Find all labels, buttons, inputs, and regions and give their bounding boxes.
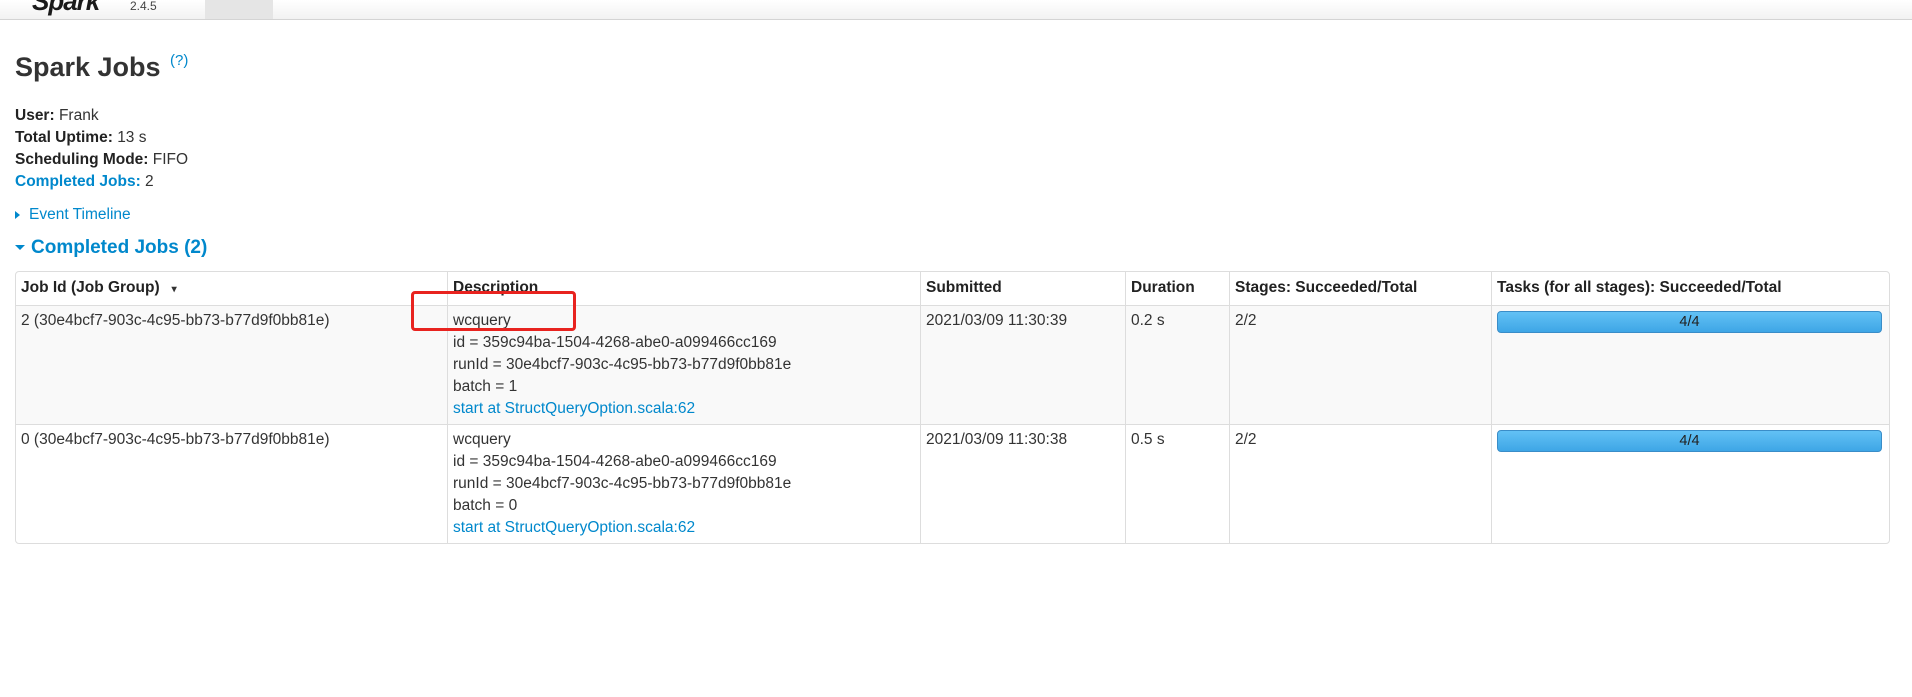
top-navbar: Spark 2.4.5	[0, 0, 1912, 20]
sort-arrow-icon[interactable]: ▾	[172, 284, 177, 295]
table-header-row: Job Id (Job Group) ▾ Description Submitte…	[16, 272, 1889, 305]
summary-mode-value: FIFO	[152, 151, 189, 168]
collapse-arrow-icon	[15, 245, 25, 251]
col-header-tasks[interactable]: Tasks (for all stages): Succeeded/Total	[1491, 272, 1889, 305]
completed-jobs-header[interactable]: Completed Jobs (2)	[15, 236, 207, 260]
event-timeline-toggle[interactable]: Event Timeline	[15, 204, 131, 226]
completed-jobs-count: 2	[145, 173, 154, 190]
job-id-cell: 0 (30e4bcf7-903c-4c95-bb73-b77d9f0bb81e)	[16, 424, 447, 543]
duration-cell: 0.2 s	[1125, 305, 1229, 424]
job-details-link[interactable]: start at StructQueryOption.scala:62	[453, 517, 915, 539]
description-cell: wcquery id = 359c94ba-1504-4268-abe0-a09…	[447, 424, 920, 543]
submitted-cell: 2021/03/09 11:30:38	[920, 424, 1125, 543]
completed-jobs-title[interactable]: Completed Jobs (2)	[31, 237, 207, 258]
job-name: wcquery	[453, 312, 511, 329]
help-link[interactable]: (?)	[170, 52, 188, 77]
tasks-cell: 4/4	[1491, 305, 1889, 424]
summary-user-value: Frank	[58, 107, 99, 124]
query-id: id = 359c94ba-1504-4268-abe0-a099466cc16…	[453, 334, 777, 351]
summary-uptime: Total Uptime: 13 s	[15, 127, 188, 149]
submitted-cell: 2021/03/09 11:30:39	[920, 305, 1125, 424]
tasks-progress-label: 4/4	[1679, 314, 1700, 330]
table-row: 0 (30e4bcf7-903c-4c95-bb73-b77d9f0bb81e)…	[16, 424, 1889, 543]
nav-tab-jobs[interactable]	[205, 0, 273, 19]
job-id-header-label[interactable]: Job Id (Job Group)	[21, 279, 160, 296]
spark-logo[interactable]: Spark	[32, 0, 100, 17]
query-id: id = 359c94ba-1504-4268-abe0-a099466cc16…	[453, 453, 777, 470]
batch-number: batch = 1	[453, 378, 518, 395]
tasks-progress-bar: 4/4	[1497, 430, 1882, 452]
run-id: runId = 30e4bcf7-903c-4c95-bb73-b77d9f0b…	[453, 475, 792, 492]
summary-scheduling-mode: Scheduling Mode: FIFO	[15, 149, 188, 171]
duration-cell: 0.5 s	[1125, 424, 1229, 543]
col-header-description[interactable]: Description	[447, 272, 920, 305]
stages-cell: 2/2	[1229, 305, 1491, 424]
table-row: 2 (30e4bcf7-903c-4c95-bb73-b77d9f0bb81e)…	[16, 305, 1889, 424]
spark-version: 2.4.5	[130, 0, 157, 13]
page-title: Spark Jobs	[15, 52, 161, 82]
col-header-duration[interactable]: Duration	[1125, 272, 1229, 305]
job-details-link[interactable]: start at StructQueryOption.scala:62	[453, 398, 915, 420]
expand-arrow-icon	[15, 210, 20, 219]
tasks-cell: 4/4	[1491, 424, 1889, 543]
job-summary: User: Frank Total Uptime: 13 s Schedulin…	[15, 105, 188, 193]
summary-user-label: User:	[15, 107, 55, 124]
summary-uptime-value: 13 s	[117, 129, 147, 146]
description-cell: wcquery id = 359c94ba-1504-4268-abe0-a09…	[447, 305, 920, 424]
tasks-progress-bar: 4/4	[1497, 311, 1882, 333]
completed-jobs-link[interactable]: Completed Jobs:	[15, 173, 141, 190]
tasks-progress-label: 4/4	[1679, 433, 1700, 449]
summary-user: User: Frank	[15, 105, 188, 127]
job-name: wcquery	[453, 431, 511, 448]
help-icon[interactable]: (?)	[170, 52, 188, 69]
completed-jobs-table: Job Id (Job Group) ▾ Description Submitte…	[15, 271, 1890, 544]
event-timeline-label[interactable]: Event Timeline	[29, 206, 131, 223]
job-id-cell: 2 (30e4bcf7-903c-4c95-bb73-b77d9f0bb81e)	[16, 305, 447, 424]
col-header-job-id[interactable]: Job Id (Job Group) ▾	[16, 272, 447, 305]
summary-completed-jobs: Completed Jobs: 2	[15, 171, 188, 193]
col-header-submitted[interactable]: Submitted	[920, 272, 1125, 305]
batch-number: batch = 0	[453, 497, 518, 514]
summary-mode-label: Scheduling Mode:	[15, 151, 149, 168]
stages-cell: 2/2	[1229, 424, 1491, 543]
col-header-stages[interactable]: Stages: Succeeded/Total	[1229, 272, 1491, 305]
summary-uptime-label: Total Uptime:	[15, 129, 113, 146]
run-id: runId = 30e4bcf7-903c-4c95-bb73-b77d9f0b…	[453, 356, 792, 373]
